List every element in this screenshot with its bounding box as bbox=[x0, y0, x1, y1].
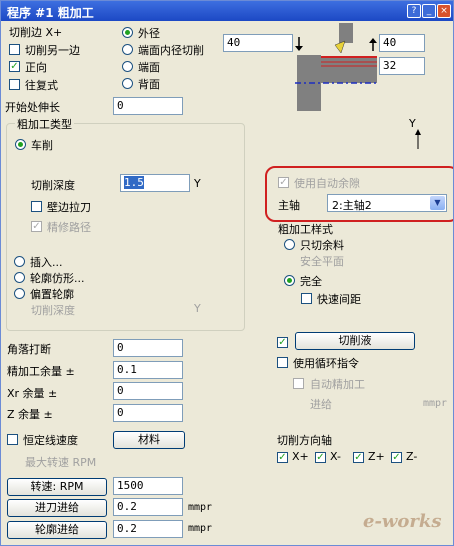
feed-in-input[interactable]: 0.2 bbox=[113, 498, 183, 516]
material-button[interactable]: 材料 bbox=[113, 431, 185, 449]
coolant-button[interactable]: 切削液 bbox=[295, 332, 415, 350]
feed-in-button[interactable]: 进刀进给 bbox=[7, 499, 107, 517]
speed-input[interactable]: 1500 bbox=[113, 477, 183, 495]
offset-cut-depth-label: 切削深度 bbox=[31, 304, 75, 317]
auto-finish-label: 自动精加工 bbox=[310, 378, 365, 391]
window-title: 程序 #1 粗加工 bbox=[7, 6, 94, 20]
help-button[interactable]: ? bbox=[407, 4, 421, 18]
cut-other-side-checkbox[interactable] bbox=[9, 44, 20, 55]
xr-allowance-label: Xr 余量 ± bbox=[7, 387, 58, 400]
corner-break-label: 角落打断 bbox=[7, 343, 51, 356]
turning-tool-diagram bbox=[295, 23, 379, 111]
plunge-label: 插入... bbox=[30, 256, 63, 269]
turning-radio[interactable] bbox=[15, 139, 26, 150]
cut-side-label: 切削边 X+ bbox=[9, 26, 63, 39]
position-option-outer: 外径 bbox=[138, 27, 160, 40]
constant-speed-checkbox[interactable] bbox=[7, 434, 18, 445]
wall-retract-label: 壁边拉刀 bbox=[47, 201, 91, 214]
direction-xminus-checkbox[interactable]: ✓ bbox=[315, 452, 326, 463]
minimize-button[interactable]: _ bbox=[422, 4, 436, 18]
feed-in-unit: mmpr bbox=[188, 502, 213, 513]
auto-clearance-label: 使用自动余隙 bbox=[294, 177, 360, 190]
speed-rpm-button[interactable]: 转速: RPM bbox=[7, 478, 107, 496]
cut-depth-input[interactable]: 1.5 bbox=[120, 174, 190, 192]
start-extension-label: 开始处伸长 bbox=[5, 101, 60, 114]
forward-checkbox[interactable]: ✓ bbox=[9, 61, 20, 72]
position-option-back: 背面 bbox=[138, 78, 160, 91]
cut-depth-label: 切削深度 bbox=[31, 179, 75, 192]
direction-zplus-checkbox[interactable]: ✓ bbox=[353, 452, 364, 463]
complete-radio[interactable] bbox=[284, 275, 295, 286]
z-allowance-input[interactable]: 0 bbox=[113, 404, 183, 422]
direction-axis-label: 切削方向轴 bbox=[277, 434, 332, 447]
watermark-logo: e-works bbox=[363, 511, 442, 532]
cut-other-side-label: 切削另一边 bbox=[25, 44, 80, 57]
direction-zminus-checkbox[interactable]: ✓ bbox=[391, 452, 402, 463]
start-extension-input[interactable]: 0 bbox=[113, 97, 183, 115]
cut-only-radio[interactable] bbox=[284, 239, 295, 250]
tool-graphic-input-3[interactable]: 32 bbox=[379, 57, 425, 75]
finish-path-checkbox[interactable]: ✓ bbox=[31, 221, 42, 232]
direction-xplus-label: X+ bbox=[292, 450, 309, 463]
complete-label: 完全 bbox=[300, 275, 322, 288]
profile-feed-unit: mmpr bbox=[188, 523, 213, 534]
cut-depth-axis-label: Y bbox=[194, 177, 201, 190]
position-radio-face-inner[interactable] bbox=[122, 44, 133, 55]
cut-only-label: 只切余料 bbox=[300, 239, 344, 252]
direction-xplus-checkbox[interactable]: ✓ bbox=[277, 452, 288, 463]
cycle-feed-label: 进给 bbox=[310, 398, 332, 411]
position-radio-outer[interactable] bbox=[122, 27, 133, 38]
constant-speed-label: 恒定线速度 bbox=[23, 434, 78, 447]
cycle-feed-unit: mmpr bbox=[423, 398, 448, 409]
direction-zplus-label: Z+ bbox=[368, 450, 385, 463]
offset-axis-label: Y bbox=[194, 302, 201, 315]
auto-clearance-checkbox[interactable]: ✓ bbox=[278, 177, 289, 188]
profile-feed-input[interactable]: 0.2 bbox=[113, 520, 183, 538]
profile-feed-button[interactable]: 轮廓进给 bbox=[7, 521, 107, 539]
quick-gap-label: 快速间距 bbox=[317, 293, 361, 306]
finish-allowance-label: 精加工余量 ± bbox=[7, 365, 75, 378]
chevron-down-icon[interactable]: ▼ bbox=[430, 196, 445, 210]
forward-label: 正向 bbox=[25, 61, 47, 74]
direction-xminus-label: X- bbox=[330, 450, 341, 463]
spindle-label: 主轴 bbox=[278, 199, 300, 212]
tool-graphic-input-2[interactable]: 40 bbox=[379, 34, 425, 52]
rough-cut-dialog: 程序 #1 粗加工 ? _ × 切削边 X+ 切削另一边 ✓ 正向 往复式 外径… bbox=[0, 0, 454, 546]
spindle-value: 2:主轴2 bbox=[332, 199, 372, 212]
cycle-label: 使用循环指令 bbox=[293, 357, 359, 370]
position-radio-face[interactable] bbox=[122, 61, 133, 72]
xr-allowance-input[interactable]: 0 bbox=[113, 382, 183, 400]
coolant-checkbox[interactable]: ✓ bbox=[277, 337, 288, 348]
profile-label: 轮廓仿形... bbox=[30, 272, 85, 285]
finish-path-label: 精修路径 bbox=[47, 221, 91, 234]
profile-radio[interactable] bbox=[14, 272, 25, 283]
title-bar: 程序 #1 粗加工 ? _ × bbox=[1, 1, 453, 21]
direction-zminus-label: Z- bbox=[406, 450, 418, 463]
quick-gap-checkbox[interactable] bbox=[301, 293, 312, 304]
position-radio-back[interactable] bbox=[122, 78, 133, 89]
cycle-checkbox[interactable] bbox=[277, 357, 288, 368]
max-speed-label: 最大转速 RPM bbox=[25, 456, 97, 469]
plunge-radio[interactable] bbox=[14, 256, 25, 267]
reciprocal-label: 往复式 bbox=[25, 79, 58, 92]
spindle-select[interactable]: 2:主轴2 ▼ bbox=[327, 194, 447, 212]
rough-style-label: 粗加工样式 bbox=[278, 223, 333, 236]
safe-plane-label: 安全平面 bbox=[300, 255, 344, 268]
cut-depth-value: 1.5 bbox=[124, 176, 144, 189]
auto-finish-checkbox[interactable] bbox=[293, 378, 304, 389]
z-allowance-label: Z 余量 ± bbox=[7, 408, 53, 421]
axis-arrow-icon bbox=[415, 129, 421, 149]
offset-profile-label: 偏置轮廓 bbox=[30, 288, 74, 301]
position-option-face: 端面 bbox=[138, 61, 160, 74]
tool-graphic-input-1[interactable]: 40 bbox=[223, 34, 293, 52]
rough-type-group-label: 粗加工类型 bbox=[15, 116, 74, 132]
offset-profile-radio[interactable] bbox=[14, 288, 25, 299]
turning-label: 车削 bbox=[31, 139, 53, 152]
position-option-face-inner: 端面内径切削 bbox=[138, 44, 204, 57]
reciprocal-checkbox[interactable] bbox=[9, 79, 20, 90]
wall-retract-checkbox[interactable] bbox=[31, 201, 42, 212]
close-button[interactable]: × bbox=[437, 4, 451, 18]
corner-break-input[interactable]: 0 bbox=[113, 339, 183, 357]
finish-allowance-input[interactable]: 0.1 bbox=[113, 361, 183, 379]
